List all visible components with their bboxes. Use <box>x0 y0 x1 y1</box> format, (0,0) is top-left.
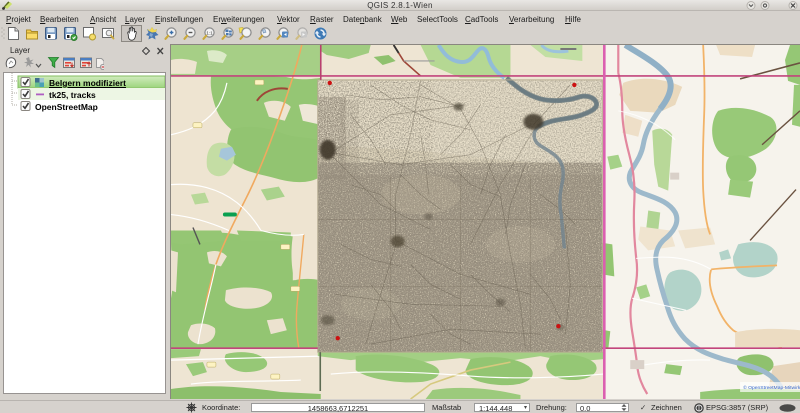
svg-text:© OpenStreetMap-Mitwirkende: © OpenStreetMap-Mitwirkende <box>743 384 800 391</box>
svg-text:1:1: 1:1 <box>206 30 213 35</box>
